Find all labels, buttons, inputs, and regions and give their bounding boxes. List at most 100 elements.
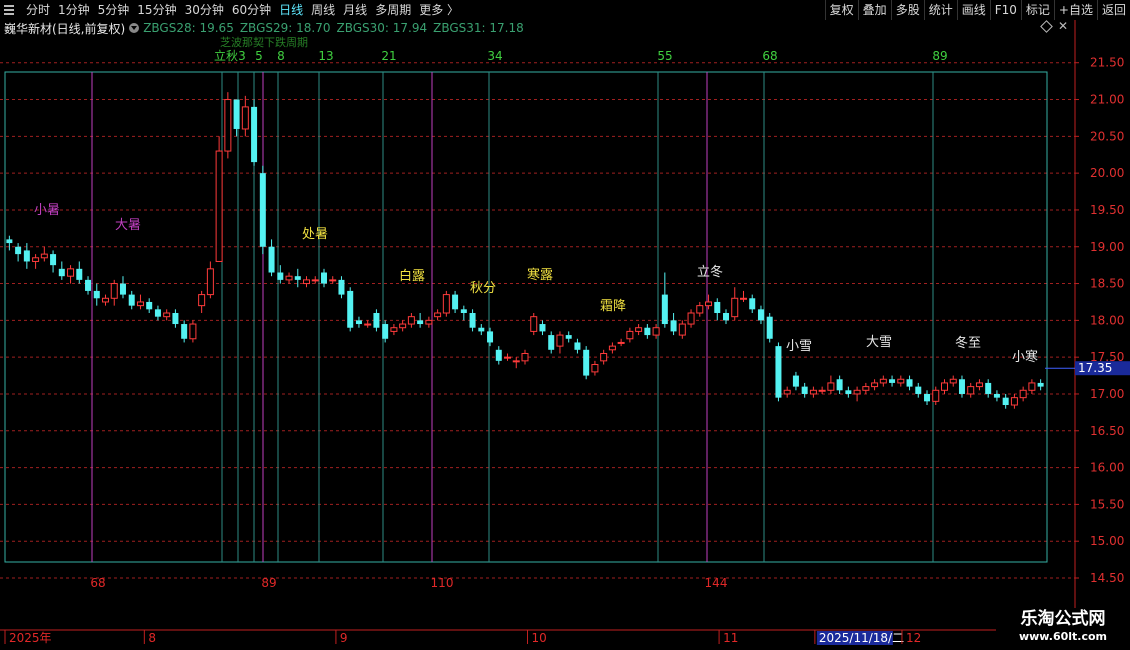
candle-body xyxy=(259,173,266,247)
candle-body xyxy=(6,239,13,244)
candle-body xyxy=(809,389,817,395)
candle-body xyxy=(731,297,739,318)
candle-body xyxy=(1028,382,1036,391)
candle-body xyxy=(251,106,258,163)
candle-body xyxy=(407,316,415,325)
candle-body xyxy=(661,294,668,325)
candle-body xyxy=(521,352,529,362)
candle-body xyxy=(975,382,983,388)
candle-body xyxy=(915,386,922,394)
candle-body xyxy=(818,389,826,392)
candle-body xyxy=(181,324,188,339)
candle-body xyxy=(530,316,538,332)
candle-body xyxy=(967,386,975,395)
cycle-count-bottom: 110 xyxy=(431,576,454,590)
candle-body xyxy=(897,378,905,384)
y-tick-label: 19.00 xyxy=(1090,240,1124,254)
cycle-count-label: 34 xyxy=(487,49,502,63)
y-tick-label: 18.00 xyxy=(1090,313,1124,327)
candle-body xyxy=(608,345,616,351)
candle-body xyxy=(792,375,799,387)
candle-body xyxy=(775,346,782,398)
candle-body xyxy=(382,324,389,339)
y-tick-label: 16.50 xyxy=(1090,424,1124,438)
candle-body xyxy=(924,393,931,402)
y-tick-label: 15.00 xyxy=(1090,534,1124,548)
candle-body xyxy=(827,382,835,391)
solar-term-label: 冬至 xyxy=(955,335,981,351)
candle-body xyxy=(67,268,75,277)
candle-body xyxy=(853,389,861,395)
candle-body xyxy=(320,272,327,284)
candle-body xyxy=(206,268,214,296)
candle-body xyxy=(40,253,48,259)
candle-body xyxy=(635,327,643,332)
solar-term-label: 小暑 xyxy=(34,203,60,218)
solar-term-label: 大雪 xyxy=(866,335,892,350)
solar-term-label: 小寒 xyxy=(1012,349,1038,365)
candle-body xyxy=(136,301,144,307)
candle-body xyxy=(399,323,407,329)
candle-body xyxy=(556,334,564,347)
candle-body xyxy=(1019,389,1027,399)
candle-body xyxy=(652,327,660,336)
candle-body xyxy=(15,246,22,255)
x-tick-label: 2025/11/18/二 xyxy=(819,631,904,645)
candle-body xyxy=(705,301,713,307)
candle-body xyxy=(591,364,599,373)
candle-body xyxy=(940,382,948,391)
solar-term-label: 白露 xyxy=(399,268,425,284)
solar-term-label: 霜降 xyxy=(600,299,626,314)
candle-body xyxy=(504,356,512,359)
cut-label: 立秋 xyxy=(214,48,238,63)
y-tick-label: 20.50 xyxy=(1090,129,1124,143)
candle-body xyxy=(128,294,135,306)
candle-body xyxy=(50,254,57,266)
solar-term-label: 大暑 xyxy=(115,218,141,233)
candle-body xyxy=(548,335,555,350)
solar-term-label: 秋分 xyxy=(470,281,496,296)
candle-body xyxy=(58,268,65,277)
cycle-count-label: 55 xyxy=(657,49,672,63)
candle-body xyxy=(32,257,40,262)
candle-body xyxy=(993,393,1000,398)
cycle-count-label: 8 xyxy=(277,49,285,63)
candle-body xyxy=(714,301,721,313)
candle-body xyxy=(434,312,442,318)
candle-body xyxy=(154,309,161,317)
cycle-count-label: 13 xyxy=(318,49,333,63)
x-tick-label: 2025年 xyxy=(9,631,52,645)
candle-body xyxy=(495,349,502,361)
y-tick-label: 21.00 xyxy=(1090,93,1124,107)
candle-body xyxy=(845,390,852,394)
candle-body xyxy=(836,379,843,391)
cycle-count-label: 5 xyxy=(255,49,263,63)
candle-body xyxy=(163,312,171,318)
x-tick-label: 9 xyxy=(340,631,348,645)
cycle-count-bottom: 144 xyxy=(705,576,728,590)
candle-body xyxy=(198,294,206,307)
cycle-count-label: 3 xyxy=(238,49,246,63)
candle-body xyxy=(76,268,83,280)
candle-body xyxy=(93,290,100,299)
y-tick-label: 19.50 xyxy=(1090,203,1124,217)
candle-body xyxy=(539,324,546,332)
candle-body xyxy=(512,360,520,363)
candle-body xyxy=(478,327,485,332)
candle-body xyxy=(294,276,301,280)
solar-term-label: 处暑 xyxy=(302,227,328,242)
current-price-label: 17.35 xyxy=(1078,361,1112,375)
candle-body xyxy=(329,279,337,282)
x-tick-label: 10 xyxy=(532,631,547,645)
candle-body xyxy=(766,316,773,339)
y-tick-label: 18.50 xyxy=(1090,277,1124,291)
candle-body xyxy=(338,279,345,295)
x-tick-label: 12 xyxy=(906,631,921,645)
logo-url: www.60lt.com xyxy=(1018,630,1108,643)
candle-body xyxy=(172,313,179,325)
candle-body xyxy=(783,389,791,395)
kline-chart[interactable]: 21.50 21.00 20.50 20.00 19.50 19.00 18.50 18.00… xyxy=(0,0,1130,650)
candle-body xyxy=(417,320,424,325)
candle-body xyxy=(723,313,730,321)
candle-body xyxy=(757,309,764,321)
